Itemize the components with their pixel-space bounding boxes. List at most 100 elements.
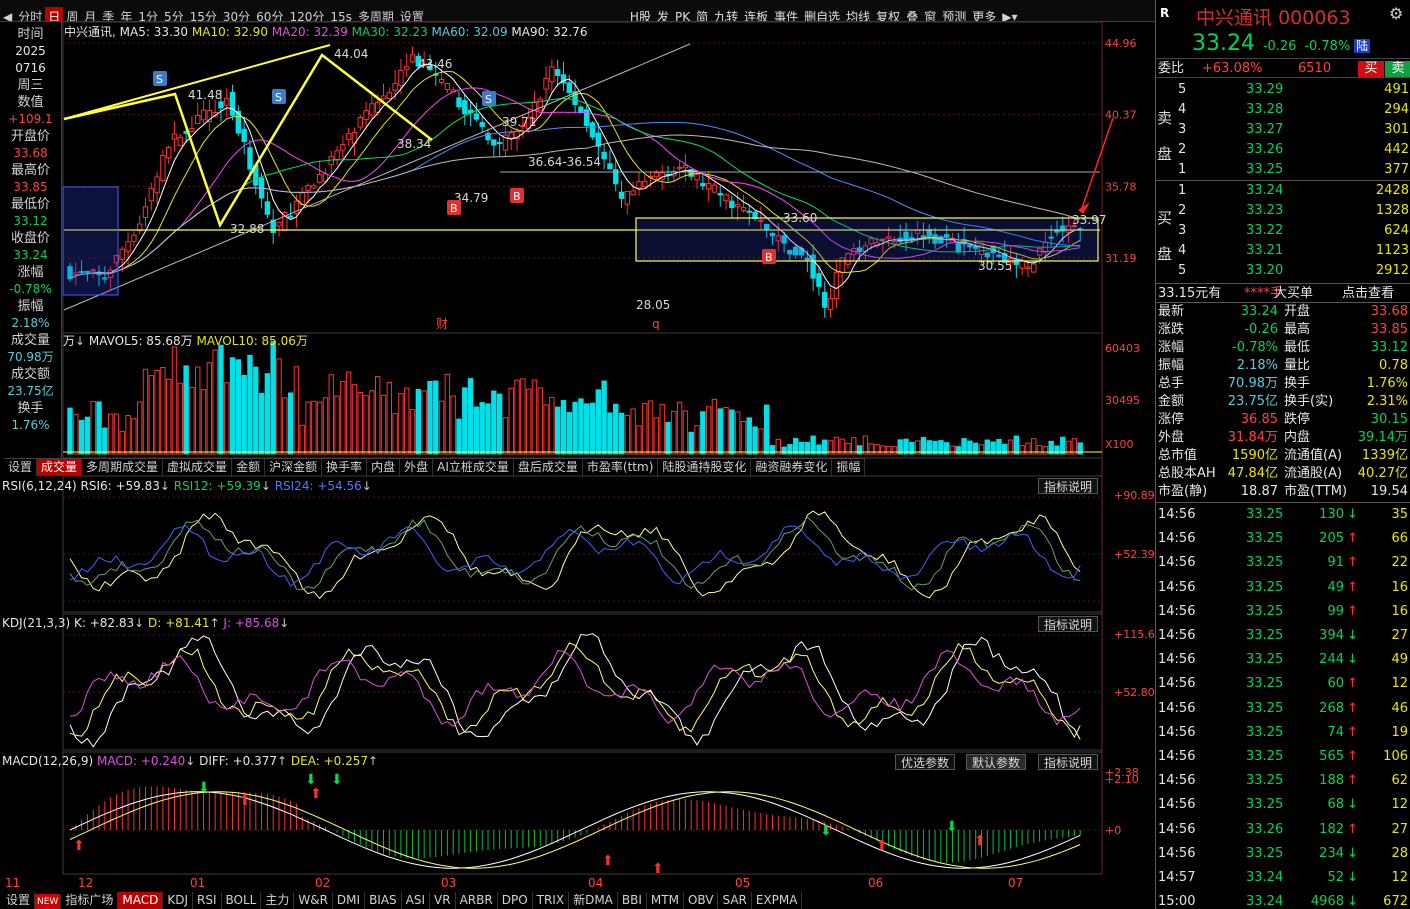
bottom-tab-18[interactable]: OBV [684, 892, 719, 909]
indicator-tab-7[interactable]: 内盘 [367, 459, 401, 476]
bid-row[interactable]: 1 33.24 2428 [1178, 181, 1409, 201]
volume-bar [584, 403, 590, 455]
bottom-tab-12[interactable]: ARBR [456, 892, 498, 909]
period-button-2[interactable]: 周 [63, 7, 81, 21]
bottom-tab-8[interactable]: DMI [333, 892, 366, 909]
tool-button-11[interactable]: 窗 [921, 7, 939, 21]
bottom-tab-11[interactable]: VR [430, 892, 456, 909]
tick-time: 14:56 [1158, 700, 1196, 716]
indicator-tab-14[interactable]: 振幅 [832, 459, 866, 476]
macd-default-params-button[interactable]: 默认参数 [966, 754, 1027, 770]
bottom-tab-15[interactable]: 新DMA [569, 892, 618, 909]
tool-button-10[interactable]: 叠 [903, 7, 921, 21]
indicator-tab-5[interactable]: 沪深金额 [265, 459, 323, 476]
period-button-4[interactable]: 季 [99, 7, 117, 21]
volume-bar [96, 401, 102, 455]
bottom-tab-0[interactable]: 设置 [2, 892, 36, 909]
period-button-12[interactable]: 15s [327, 7, 355, 21]
bottom-tab-7[interactable]: W&R [294, 892, 333, 909]
toolbar-icon-prev[interactable]: ◀ [0, 7, 15, 21]
tool-button-2[interactable]: PK [672, 7, 693, 21]
tool-button-5[interactable]: 连板 [741, 7, 771, 21]
bottom-tab-1[interactable]: 指标广场 [61, 892, 119, 909]
indicator-tab-11[interactable]: 市盈率(ttm) [583, 459, 659, 476]
period-button-14[interactable]: 设置 [397, 7, 427, 21]
indicator-tab-9[interactable]: AI立桩成交量 [433, 459, 514, 476]
bottom-tab-13[interactable]: DPO [498, 892, 533, 909]
tool-button-4[interactable]: 九转 [711, 7, 741, 21]
ask-row[interactable]: 4 33.28 294 [1178, 100, 1409, 120]
bid-row[interactable]: 3 33.22 624 [1178, 221, 1409, 241]
arrow-down-icon: ↓ [1347, 628, 1358, 643]
indicator-tab-10[interactable]: 盘后成交量 [514, 459, 583, 476]
indicator-tab-12[interactable]: 陆股通持股变化 [658, 459, 752, 476]
period-button-11[interactable]: 120分 [286, 7, 327, 21]
period-button-3[interactable]: 月 [81, 7, 99, 21]
indicator-tab-0[interactable]: 设置 [4, 459, 38, 476]
indicator-tab-4[interactable]: 金额 [232, 459, 266, 476]
bottom-tab-2[interactable]: MACD [118, 892, 164, 909]
bottom-tab-19[interactable]: SAR [718, 892, 752, 909]
buy-button[interactable]: 买 [1358, 61, 1384, 77]
tool-button-8[interactable]: 均线 [843, 7, 873, 21]
tool-button-0[interactable]: H股 [627, 7, 654, 21]
candle-body [694, 174, 700, 181]
ask-row[interactable]: 1 33.25 377 [1178, 160, 1409, 180]
kdj-help-button[interactable]: 指标说明 [1038, 616, 1099, 632]
period-button-5[interactable]: 年 [117, 7, 135, 21]
bottom-tab-9[interactable]: BIAS [365, 892, 402, 909]
tool-button-1[interactable]: 发 [654, 7, 672, 21]
bottom-tab-14[interactable]: TRIX [533, 892, 570, 909]
indicator-tab-2[interactable]: 多周期成交量 [82, 459, 164, 476]
tool-button-13[interactable]: 更多 [969, 7, 999, 21]
settings-gear-icon[interactable]: ⚙ [1389, 4, 1403, 23]
candle-body [200, 109, 207, 121]
bottom-tab-16[interactable]: BBI [618, 892, 647, 909]
bottom-tab-4[interactable]: RSI [193, 892, 222, 909]
bottom-tab-6[interactable]: 主力 [261, 892, 295, 909]
period-button-1[interactable]: 日 [45, 7, 64, 21]
price-annotation-high2: 44.04 [334, 47, 368, 61]
order-diff-value: 6510 [1298, 61, 1332, 76]
tool-button-12[interactable]: 预测 [939, 7, 969, 21]
indicator-tab-13[interactable]: 融资融券变化 [751, 459, 833, 476]
period-button-9[interactable]: 30分 [220, 7, 253, 21]
macd-help-button[interactable]: 指标说明 [1038, 754, 1099, 770]
indicator-tab-8[interactable]: 外盘 [400, 459, 434, 476]
period-button-10[interactable]: 60分 [253, 7, 286, 21]
bid-row[interactable]: 5 33.20 2912 [1178, 261, 1409, 281]
bid-row[interactable]: 2 33.23 1328 [1178, 201, 1409, 221]
tool-button-3[interactable]: 简 [693, 7, 711, 21]
tool-button-7[interactable]: 删自选 [801, 7, 843, 21]
bid-row[interactable]: 4 33.21 1123 [1178, 241, 1409, 261]
bottom-tab-5[interactable]: BOLL [222, 892, 262, 909]
indicator-tab-1[interactable]: 成交量 [37, 459, 83, 476]
period-button-0[interactable]: 分时 [15, 7, 45, 21]
arrow-down-icon: ↓ [1347, 894, 1358, 909]
ask-row[interactable]: 3 33.27 301 [1178, 120, 1409, 140]
macd-optimal-params-button[interactable]: 优选参数 [895, 754, 956, 770]
bottom-tab-17[interactable]: MTM [647, 892, 684, 909]
bottom-tab-10[interactable]: ASI [402, 892, 431, 909]
candle-body [160, 154, 166, 181]
indicator-tab-6[interactable]: 换手率 [322, 459, 368, 476]
period-button-8[interactable]: 15分 [187, 7, 220, 21]
big-order-view-link[interactable]: 点击查看 [1342, 284, 1394, 304]
candle-body [653, 172, 660, 178]
indicator-tab-3[interactable]: 虚拟成交量 [163, 459, 233, 476]
period-button-6[interactable]: 1分 [135, 7, 161, 21]
ask-level: 3 [1178, 122, 1187, 137]
bottom-tab-3[interactable]: KDJ [163, 892, 193, 909]
volume-bar [206, 362, 213, 455]
tool-button-9[interactable]: 复权 [873, 7, 903, 21]
stat-label: 涨跌 [1158, 322, 1185, 337]
tool-button-6[interactable]: 事件 [771, 7, 801, 21]
bottom-tab-20[interactable]: EXPMA [752, 892, 803, 909]
sell-button[interactable]: 卖 [1385, 61, 1410, 77]
period-button-7[interactable]: 5分 [161, 7, 187, 21]
rsi-help-button[interactable]: 指标说明 [1038, 478, 1099, 494]
period-button-13[interactable]: 多周期 [355, 7, 397, 21]
ask-row[interactable]: 5 33.29 491 [1178, 80, 1409, 100]
ask-row[interactable]: 2 33.26 442 [1178, 140, 1409, 160]
toolbar-next-icon[interactable]: ▶▾ [999, 7, 1020, 21]
